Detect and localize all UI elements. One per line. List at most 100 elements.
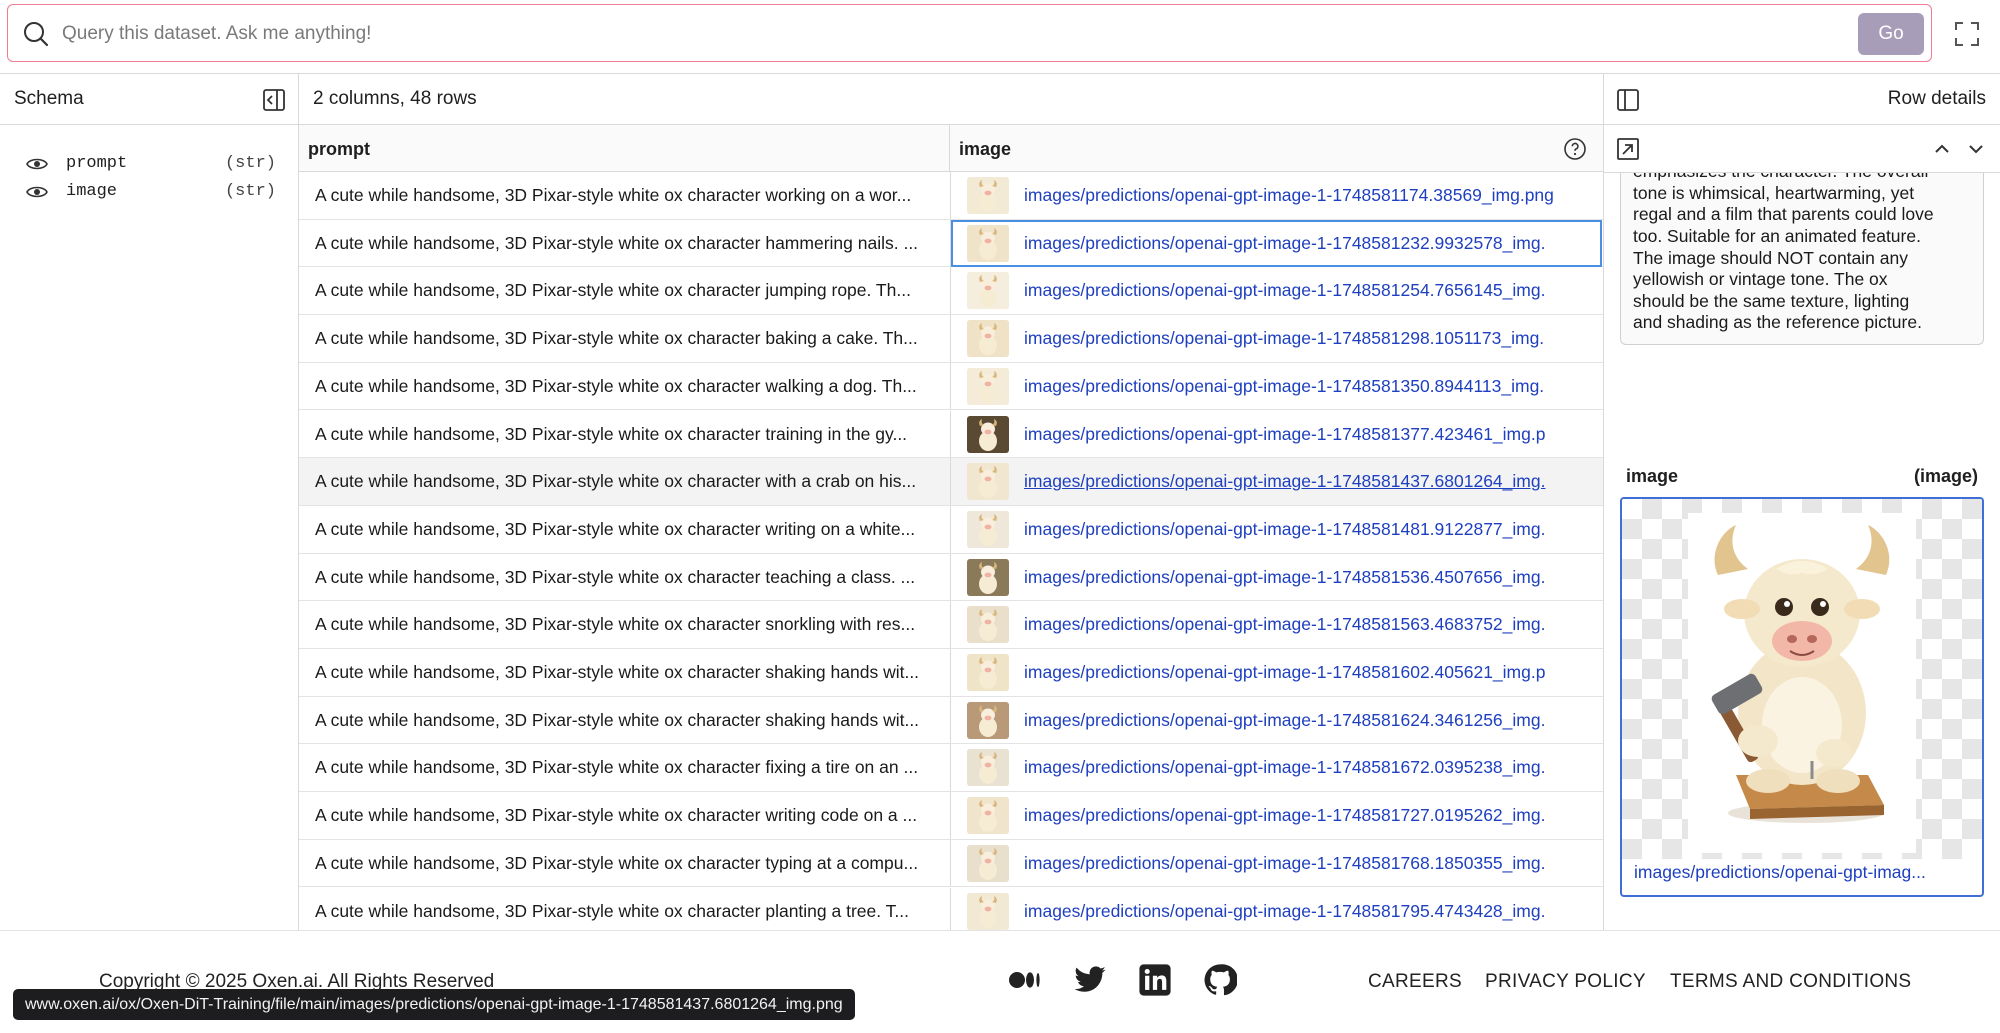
table-row[interactable]: A cute while handsome, 3D Pixar-style wh… xyxy=(299,219,1603,268)
chevron-up-icon[interactable] xyxy=(1932,139,1952,159)
prompt-cell[interactable]: A cute while handsome, 3D Pixar-style wh… xyxy=(315,662,940,683)
schema-field-prompt[interactable]: prompt (str) xyxy=(26,152,276,178)
prompt-cell[interactable]: A cute while handsome, 3D Pixar-style wh… xyxy=(315,280,940,301)
prompt-cell[interactable]: A cute while handsome, 3D Pixar-style wh… xyxy=(315,233,940,254)
prompt-cell[interactable]: A cute while handsome, 3D Pixar-style wh… xyxy=(315,567,940,588)
image-path-link[interactable]: images/predictions/openai-gpt-image-1-17… xyxy=(1024,805,1586,826)
eye-icon[interactable] xyxy=(26,156,48,172)
prompt-value-box[interactable]: appearance. The lighting is soft andeven… xyxy=(1620,173,1984,345)
table-row[interactable]: A cute while handsome, 3D Pixar-style wh… xyxy=(299,839,1603,888)
prompt-cell[interactable]: A cute while handsome, 3D Pixar-style wh… xyxy=(315,614,940,635)
table-row[interactable]: A cute while handsome, 3D Pixar-style wh… xyxy=(299,601,1603,649)
image-thumbnail[interactable] xyxy=(967,320,1009,358)
image-path-link[interactable]: images/predictions/openai-gpt-image-1-17… xyxy=(1024,710,1586,731)
open-external-icon[interactable] xyxy=(1616,137,1640,161)
ox-thumbnail-icon xyxy=(967,463,1009,501)
chevron-down-icon[interactable] xyxy=(1966,139,1986,159)
collapse-panel-icon[interactable] xyxy=(262,88,286,112)
image-path-link[interactable]: images/predictions/openai-gpt-image-1-17… xyxy=(1024,757,1586,778)
careers-link[interactable]: CAREERS xyxy=(1368,971,1462,993)
prompt-cell[interactable]: A cute while handsome, 3D Pixar-style wh… xyxy=(315,424,940,445)
image-path-link[interactable]: images/predictions/openai-gpt-image-1-17… xyxy=(1024,614,1586,635)
medium-icon[interactable] xyxy=(1008,963,1042,997)
image-thumbnail[interactable] xyxy=(967,224,1009,262)
ox-thumbnail-icon xyxy=(967,701,1009,739)
privacy-policy-link[interactable]: PRIVACY POLICY xyxy=(1485,971,1646,993)
image-thumbnail[interactable] xyxy=(967,510,1009,548)
image-thumbnail[interactable] xyxy=(967,177,1009,214)
image-path-link[interactable]: images/predictions/openai-gpt-image-1-17… xyxy=(1024,519,1586,540)
prompt-cell[interactable]: A cute while handsome, 3D Pixar-style wh… xyxy=(315,376,940,397)
github-icon[interactable] xyxy=(1203,963,1237,997)
image-path-link[interactable]: images/predictions/openai-gpt-image-1-17… xyxy=(1024,424,1586,445)
image-thumbnail[interactable] xyxy=(967,463,1009,501)
image-path-link[interactable]: images/predictions/openai-gpt-image-1-17… xyxy=(1024,376,1586,397)
table-row[interactable]: A cute while handsome, 3D Pixar-style wh… xyxy=(299,696,1603,745)
table-row[interactable]: A cute while handsome, 3D Pixar-style wh… xyxy=(299,649,1603,697)
terms-link[interactable]: TERMS AND CONDITIONS xyxy=(1670,971,1911,993)
image-thumbnail[interactable] xyxy=(967,272,1009,310)
image-thumbnail[interactable] xyxy=(967,415,1009,453)
table-row[interactable]: A cute while handsome, 3D Pixar-style wh… xyxy=(299,887,1603,930)
column-divider xyxy=(950,601,951,648)
prompt-cell[interactable]: A cute while handsome, 3D Pixar-style wh… xyxy=(315,185,940,206)
image-path-link[interactable]: images/predictions/openai-gpt-image-1-17… xyxy=(1024,662,1586,683)
fullscreen-icon[interactable] xyxy=(1953,20,1981,48)
prompt-line: yellowish or vintage tone. The ox xyxy=(1633,269,1888,290)
image-path-link[interactable]: images/predictions/openai-gpt-image-1-17… xyxy=(1024,233,1586,254)
table-row[interactable]: A cute while handsome, 3D Pixar-style wh… xyxy=(299,458,1603,506)
table-row[interactable]: A cute while handsome, 3D Pixar-style wh… xyxy=(299,267,1603,316)
query-input[interactable] xyxy=(60,15,1854,53)
image-path-link[interactable]: images/predictions/openai-gpt-image-1-17… xyxy=(1024,853,1586,874)
prompt-cell[interactable]: A cute while handsome, 3D Pixar-style wh… xyxy=(315,853,940,874)
table-row[interactable]: A cute while handsome, 3D Pixar-style wh… xyxy=(299,172,1603,220)
column-divider xyxy=(950,792,951,839)
prompt-line: should be the same texture, lighting xyxy=(1633,290,1910,311)
image-thumbnail[interactable] xyxy=(967,558,1009,596)
image-thumbnail[interactable] xyxy=(967,367,1009,405)
prompt-cell[interactable]: A cute while handsome, 3D Pixar-style wh… xyxy=(315,471,940,492)
image-file-link[interactable]: images/predictions/openai-gpt-imag... xyxy=(1634,862,1970,883)
image-thumbnail[interactable] xyxy=(967,654,1009,691)
table-row[interactable]: A cute while handsome, 3D Pixar-style wh… xyxy=(299,505,1603,554)
help-icon[interactable] xyxy=(1563,137,1587,161)
table-row[interactable]: A cute while handsome, 3D Pixar-style wh… xyxy=(299,792,1603,840)
schema-field-image[interactable]: image (str) xyxy=(26,180,276,206)
prompt-cell[interactable]: A cute while handsome, 3D Pixar-style wh… xyxy=(315,710,940,731)
prompt-cell[interactable]: A cute while handsome, 3D Pixar-style wh… xyxy=(315,519,940,540)
image-thumbnail[interactable] xyxy=(967,606,1009,644)
table-row[interactable]: A cute while handsome, 3D Pixar-style wh… xyxy=(299,410,1603,459)
image-path-link[interactable]: images/predictions/openai-gpt-image-1-17… xyxy=(1024,567,1586,588)
column-header-prompt[interactable]: prompt xyxy=(299,125,950,172)
prompt-cell[interactable]: A cute while handsome, 3D Pixar-style wh… xyxy=(315,805,940,826)
image-path-link[interactable]: images/predictions/openai-gpt-image-1-17… xyxy=(1024,280,1586,301)
table-row[interactable]: A cute while handsome, 3D Pixar-style wh… xyxy=(299,362,1603,411)
image-path-link[interactable]: images/predictions/openai-gpt-image-1-17… xyxy=(1024,185,1586,206)
column-divider xyxy=(950,744,951,792)
table-row[interactable]: A cute while handsome, 3D Pixar-style wh… xyxy=(299,315,1603,363)
image-thumbnail[interactable] xyxy=(967,749,1009,787)
prompt-cell[interactable]: A cute while handsome, 3D Pixar-style wh… xyxy=(315,901,940,922)
table-row[interactable]: A cute while handsome, 3D Pixar-style wh… xyxy=(299,553,1603,602)
column-header-image[interactable]: image xyxy=(950,125,1603,172)
image-path-link[interactable]: images/predictions/openai-gpt-image-1-17… xyxy=(1024,328,1586,349)
status-bar-url: www.oxen.ai/ox/Oxen-DiT-Training/file/ma… xyxy=(13,989,855,1020)
prompt-line: regal and a film that parents could love xyxy=(1633,204,1934,225)
image-thumbnail[interactable] xyxy=(967,844,1009,882)
column-divider xyxy=(950,267,951,315)
prompt-cell[interactable]: A cute while handsome, 3D Pixar-style wh… xyxy=(315,328,940,349)
linkedin-icon[interactable] xyxy=(1138,963,1172,997)
grid-row-count: 2 columns, 48 rows xyxy=(313,88,477,109)
go-button[interactable]: Go xyxy=(1858,13,1924,55)
image-path-link[interactable]: images/predictions/openai-gpt-image-1-17… xyxy=(1024,471,1586,492)
image-thumbnail[interactable] xyxy=(967,797,1009,835)
eye-icon[interactable] xyxy=(26,184,48,200)
twitter-icon[interactable] xyxy=(1073,963,1107,997)
panel-toggle-icon[interactable] xyxy=(1616,88,1640,112)
image-thumbnail[interactable] xyxy=(967,892,1009,930)
image-preview-card[interactable]: images/predictions/openai-gpt-imag... xyxy=(1620,497,1984,897)
prompt-cell[interactable]: A cute while handsome, 3D Pixar-style wh… xyxy=(315,757,940,778)
image-path-link[interactable]: images/predictions/openai-gpt-image-1-17… xyxy=(1024,901,1586,922)
table-row[interactable]: A cute while handsome, 3D Pixar-style wh… xyxy=(299,744,1603,793)
image-thumbnail[interactable] xyxy=(967,701,1009,739)
